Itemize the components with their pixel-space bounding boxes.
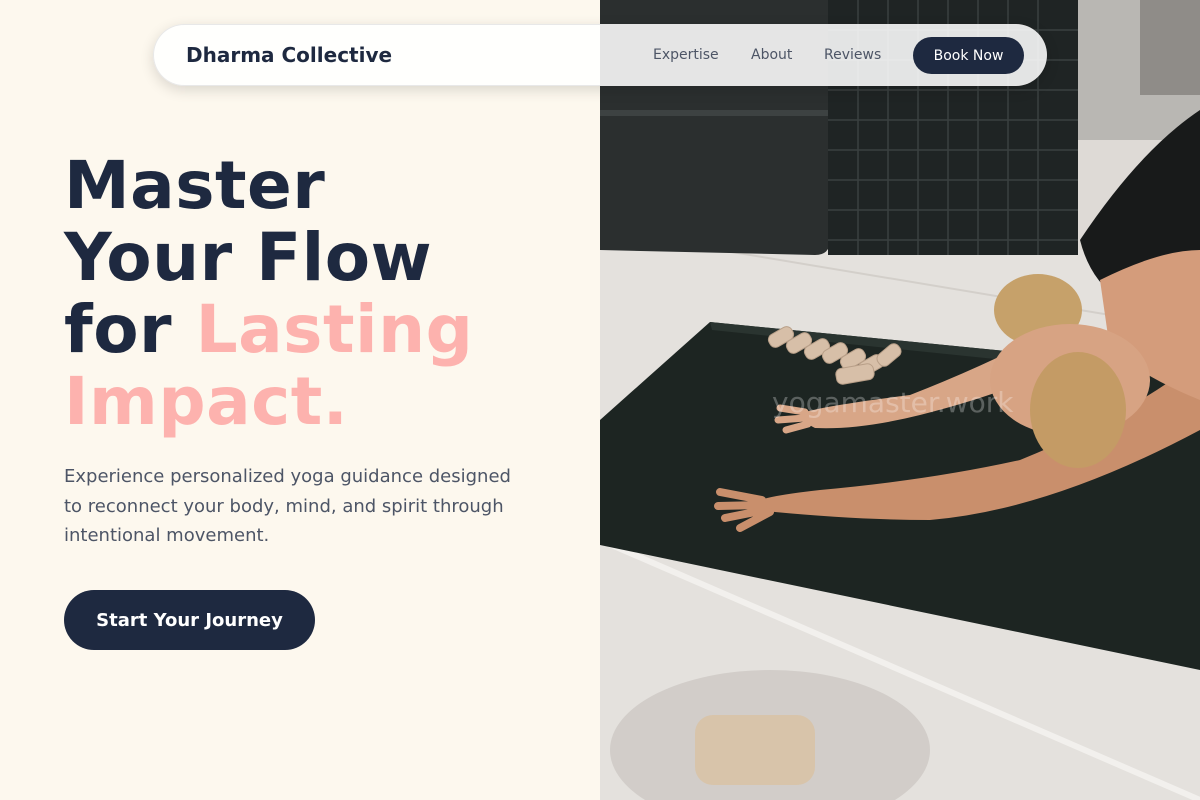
landing-page: Master Your Flow for Lasting Impact. Exp…: [0, 0, 1200, 800]
brand-logo-text[interactable]: Dharma Collective: [186, 25, 392, 85]
start-journey-button[interactable]: Start Your Journey: [64, 590, 315, 650]
book-now-button[interactable]: Book Now: [913, 37, 1024, 74]
hero-title: Master Your Flow for Lasting Impact.: [64, 150, 473, 438]
top-navbar: Dharma Collective Expertise About Review…: [153, 24, 1047, 86]
hero-title-line-1: Master: [64, 147, 326, 224]
hero-title-plain-word: for: [64, 291, 196, 368]
hero-title-line-3: for Lasting: [64, 294, 473, 366]
hero-subtitle: Experience personalized yoga guidance de…: [64, 466, 511, 546]
hero-title-accent-word: Lasting: [195, 291, 474, 368]
nav-link-expertise[interactable]: Expertise: [653, 25, 719, 85]
hero-title-line-4: Impact.: [64, 363, 349, 440]
hero-section: Master Your Flow for Lasting Impact. Exp…: [0, 0, 600, 800]
hero-title-line-2: Your Flow: [64, 219, 433, 296]
nav-link-reviews[interactable]: Reviews: [824, 25, 881, 85]
nav-link-about[interactable]: About: [751, 25, 792, 85]
photo-watermark: yogamaster.work: [772, 386, 1014, 419]
